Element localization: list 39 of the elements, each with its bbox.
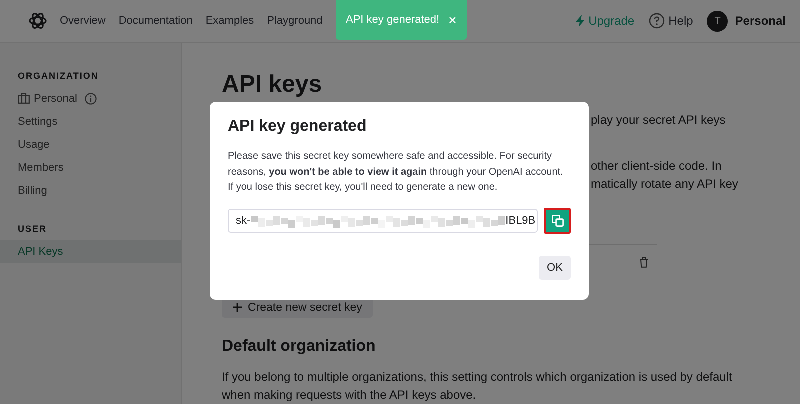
sidebar-item[interactable]: Members [0, 156, 181, 179]
section-text: If you belong to multiple organizations, this setting controls which organization is used by default when making requests with the API keys above. [222, 369, 734, 404]
sidebar-item[interactable]: Settings [0, 110, 181, 133]
sidebar-item[interactable]: Billing [0, 179, 181, 202]
info-icon [85, 92, 98, 104]
lightning-icon [576, 15, 585, 27]
nav-link[interactable]: Examples [206, 15, 254, 27]
sidebar-item[interactable]: Personal [0, 87, 181, 110]
section-title: Default organization [222, 338, 377, 356]
help-link[interactable]: Help [648, 13, 694, 29]
close-button[interactable]: × [448, 12, 457, 28]
logo-icon [28, 11, 48, 31]
section-heading: ORGANIZATION [17, 71, 100, 81]
avatar[interactable]: T [707, 10, 728, 32]
upgrade-link[interactable]: Upgrade [576, 14, 635, 28]
nav-link[interactable]: Overview [60, 15, 106, 27]
dialog-title: API key generated [228, 118, 368, 136]
secret-key-field[interactable]: sk- IBL9B [228, 208, 538, 232]
paragraph-fragment: matically rotate any API key [591, 177, 740, 193]
help-icon [648, 13, 665, 29]
paragraph-fragment: other client-side code. In [591, 159, 723, 175]
trash-icon [639, 257, 649, 268]
key-suffix: IBL9B [506, 214, 536, 226]
section-heading: USER [17, 224, 48, 234]
nav-link[interactable]: Playground [267, 15, 323, 27]
copy-button[interactable] [544, 208, 571, 234]
nav-link[interactable]: Documentation [118, 15, 193, 27]
sidebar-item[interactable]: Usage [0, 133, 181, 156]
dialog-text: Please save this secret key somewhere safe and accessible. For security reasons, you won't be able to view it again through your OpenAI account. If you lose this secret key, you'll need to generate a new one. [228, 150, 564, 195]
key-prefix: sk- [236, 214, 251, 226]
plus-icon [233, 303, 242, 312]
account-link[interactable]: Personal [735, 14, 786, 28]
toast-message: API key generated! [346, 14, 440, 26]
briefcase-icon [18, 93, 30, 104]
page-title: API keys [222, 71, 324, 99]
paragraph-fragment: play your secret API keys [591, 113, 727, 129]
sidebar-item[interactable]: API Keys [0, 240, 181, 263]
ok-button[interactable]: OK [539, 256, 571, 280]
copy-icon [552, 214, 564, 226]
